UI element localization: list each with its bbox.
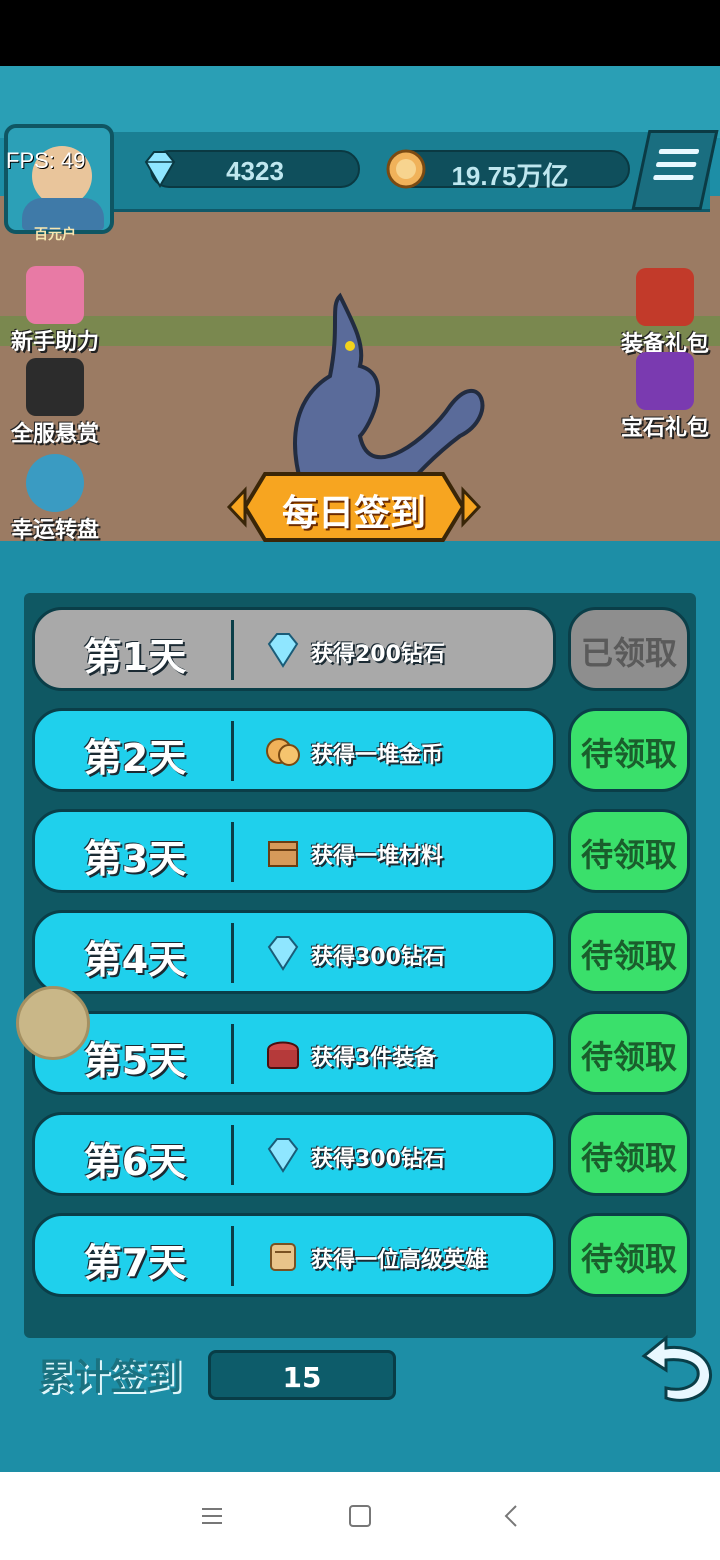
wheel-icon bbox=[26, 454, 84, 512]
box-icon bbox=[268, 841, 298, 867]
menu-line bbox=[655, 162, 697, 167]
row-divider bbox=[231, 1024, 234, 1084]
gift-icon bbox=[26, 266, 84, 324]
side-label: 幸运转盘 bbox=[10, 518, 99, 543]
side-label: 宝石礼包 bbox=[620, 416, 709, 441]
signin-row-day-1: 第1天 获得200钻石 bbox=[32, 607, 556, 691]
signin-row-day-5: 第5天 获得3件装备 bbox=[32, 1011, 556, 1095]
row-divider bbox=[231, 923, 234, 983]
recents-menu-icon[interactable] bbox=[196, 1500, 228, 1532]
home-square-icon[interactable] bbox=[344, 1500, 376, 1532]
side-equipment-gift[interactable]: 装备礼包 bbox=[610, 268, 720, 358]
game-screen: 百元户 FPS: 49 4323 19.75万亿 新手助力 全服悬赏 幸运转盘 … bbox=[0, 66, 720, 1472]
day-label: 第7天 bbox=[83, 1241, 187, 1285]
diamond-counter: 4323 bbox=[144, 150, 360, 188]
chest-icon bbox=[267, 1041, 299, 1069]
coin-counter: 19.75万亿 bbox=[386, 149, 630, 191]
coin-count: 19.75万亿 bbox=[451, 161, 569, 191]
floating-helper-avatar[interactable] bbox=[16, 986, 90, 1060]
day-label: 第2天 bbox=[83, 736, 187, 780]
side-label: 新手助力 bbox=[10, 330, 99, 355]
claim-button-day-4[interactable]: 待领取 bbox=[568, 910, 690, 994]
claim-button-day-3[interactable]: 待领取 bbox=[568, 809, 690, 893]
day-label: 第6天 bbox=[83, 1140, 187, 1184]
claim-button-day-7[interactable]: 待领取 bbox=[568, 1213, 690, 1297]
day-label: 第3天 bbox=[83, 837, 187, 881]
menu-line bbox=[652, 175, 694, 180]
reward-label: 获得200钻石 bbox=[311, 642, 445, 667]
day-label: 第1天 bbox=[83, 635, 187, 679]
day-label: 第4天 bbox=[83, 938, 187, 982]
back-arrow-icon[interactable] bbox=[636, 1334, 718, 1406]
row-divider bbox=[231, 1125, 234, 1185]
diamond-icon bbox=[267, 1138, 299, 1173]
side-server-bounty[interactable]: 全服悬赏 bbox=[0, 358, 110, 448]
avatar-title: 百元户 bbox=[34, 227, 76, 243]
diamond-icon bbox=[267, 633, 299, 668]
gem-gift-icon bbox=[636, 352, 694, 410]
diamond-icon bbox=[267, 936, 299, 971]
claim-button-day-5[interactable]: 待领取 bbox=[568, 1011, 690, 1095]
bounty-icon bbox=[26, 358, 84, 416]
cumulative-box: 15 bbox=[208, 1350, 396, 1400]
daily-signin-title: 每日签到 bbox=[281, 493, 426, 534]
equipment-gift-icon bbox=[636, 268, 694, 326]
signin-row-day-4: 第4天 获得300钻石 bbox=[32, 910, 556, 994]
scroll-icon bbox=[270, 1243, 296, 1271]
side-newbie-help[interactable]: 新手助力 bbox=[0, 266, 110, 356]
diamond-count: 4323 bbox=[226, 156, 284, 186]
signin-row-day-3: 第3天 获得一堆材料 bbox=[32, 809, 556, 893]
claim-button-day-2[interactable]: 待领取 bbox=[568, 708, 690, 792]
reward-label: 获得一堆金币 bbox=[311, 743, 444, 768]
side-lucky-wheel[interactable]: 幸运转盘 bbox=[0, 454, 110, 544]
back-chevron-icon[interactable] bbox=[496, 1500, 528, 1532]
reward-label: 获得300钻石 bbox=[311, 1147, 445, 1172]
player-avatar[interactable] bbox=[4, 124, 114, 234]
menu-line bbox=[658, 149, 700, 154]
cumulative-value: 15 bbox=[282, 1361, 322, 1394]
system-nav-bar bbox=[0, 1472, 720, 1560]
reward-label: 获得一位高级英雄 bbox=[311, 1248, 488, 1273]
reward-label: 获得300钻石 bbox=[311, 945, 445, 970]
signin-row-day-6: 第6天 获得300钻石 bbox=[32, 1112, 556, 1196]
status-bar bbox=[0, 0, 720, 66]
row-divider bbox=[231, 822, 234, 882]
row-divider bbox=[231, 1226, 234, 1286]
reward-label: 获得3件装备 bbox=[311, 1046, 437, 1071]
claim-button-day-6[interactable]: 待领取 bbox=[568, 1112, 690, 1196]
signin-row-day-7: 第7天 获得一位高级英雄 bbox=[32, 1213, 556, 1297]
side-label: 全服悬赏 bbox=[10, 422, 99, 447]
side-gem-gift[interactable]: 宝石礼包 bbox=[610, 352, 720, 442]
row-divider bbox=[231, 721, 234, 781]
reward-label: 获得一堆材料 bbox=[311, 844, 444, 869]
cumulative-label: 累计签到 bbox=[38, 1357, 183, 1398]
signin-row-day-2: 第2天 获得一堆金币 bbox=[32, 708, 556, 792]
fps-counter: FPS: 49 bbox=[6, 148, 86, 173]
coins-icon bbox=[266, 738, 300, 766]
row-divider bbox=[231, 620, 234, 680]
claim-button-day-1[interactable]: 已领取 bbox=[568, 607, 690, 691]
